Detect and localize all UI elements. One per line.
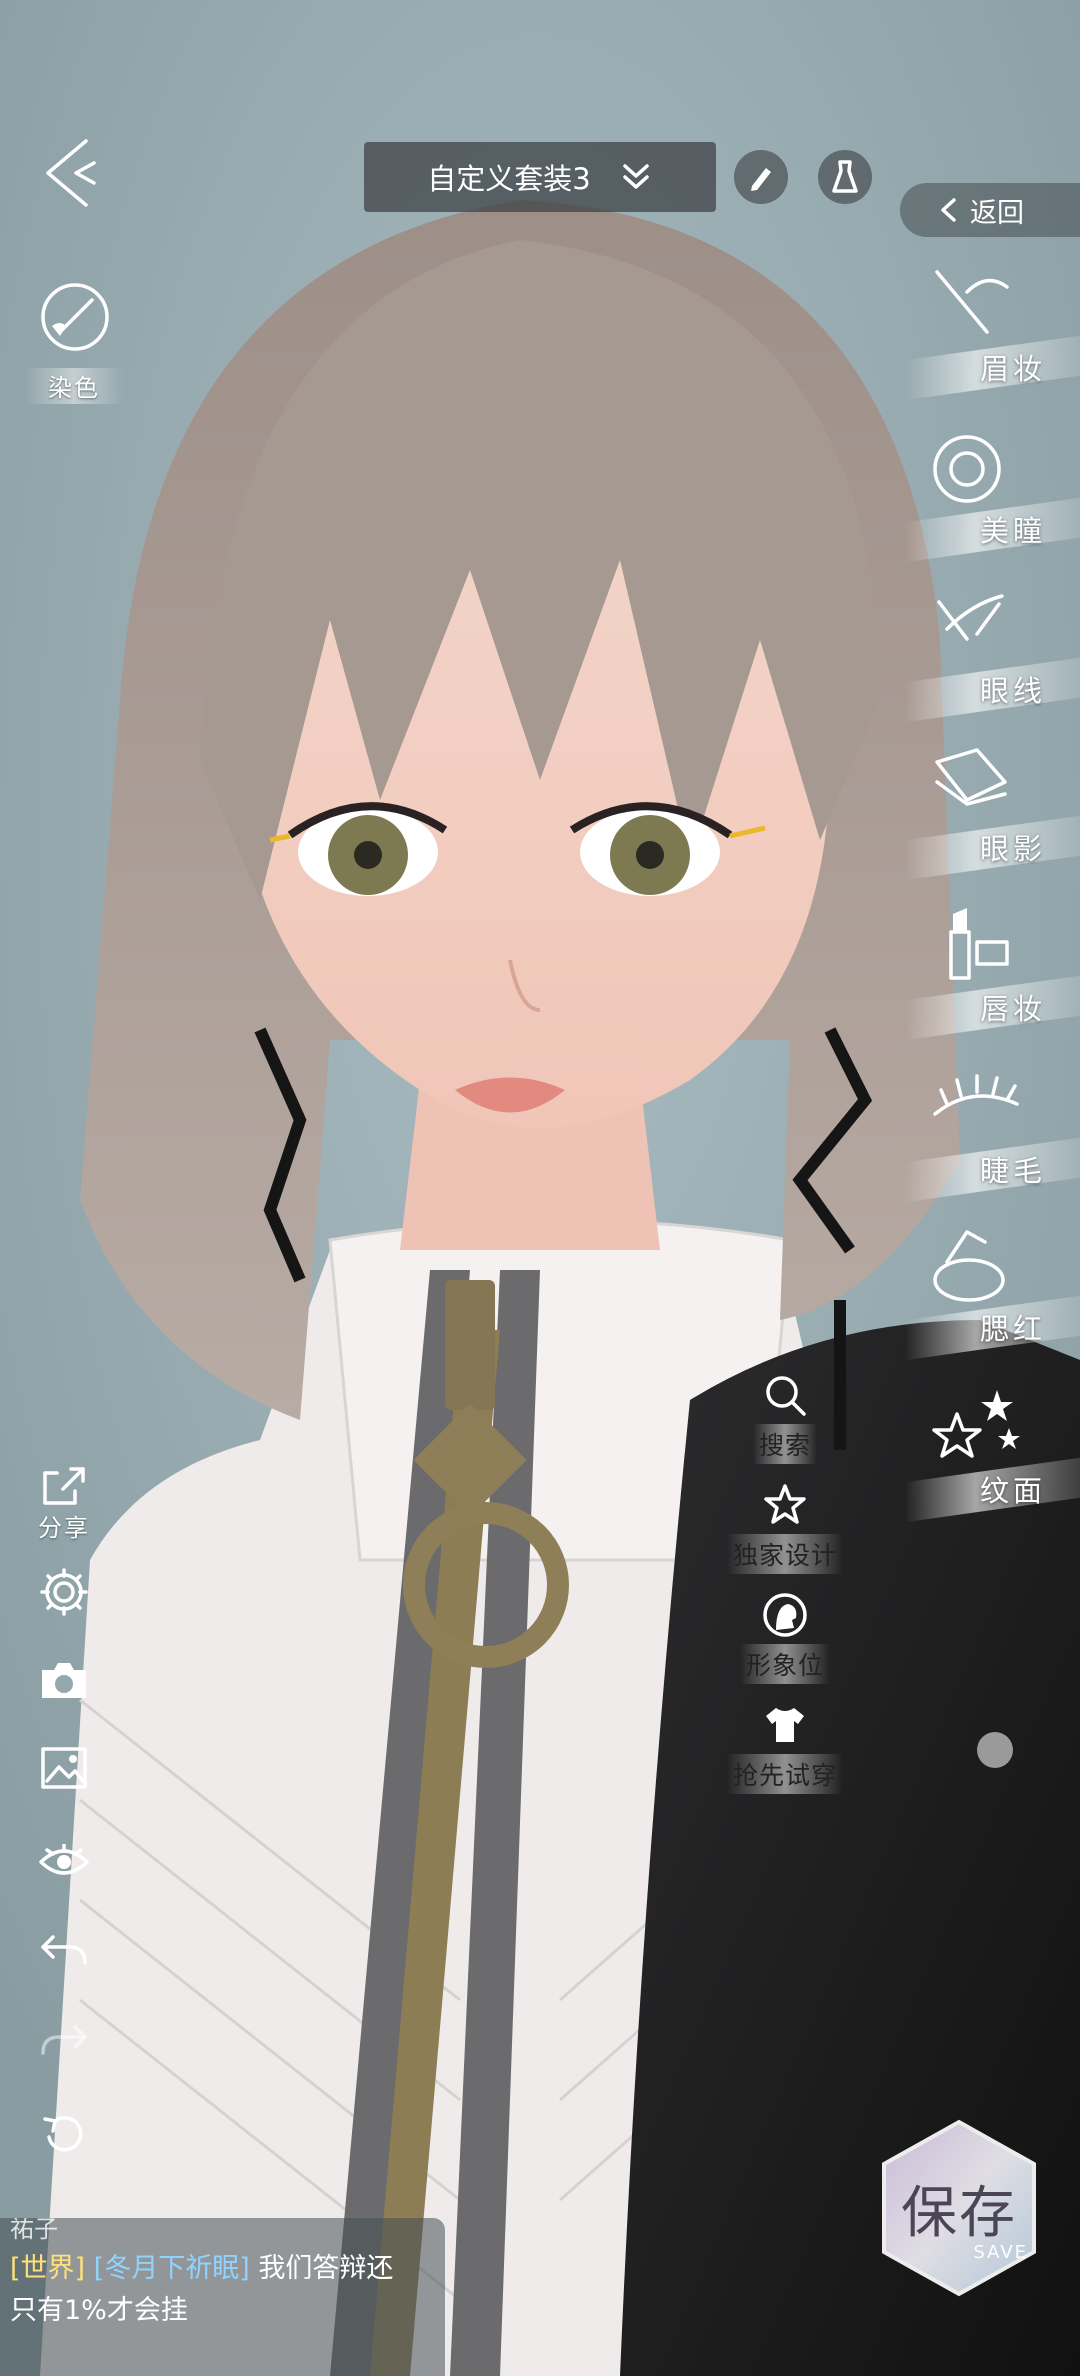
tshirt-icon	[766, 1708, 804, 1742]
avatar-profile-icon	[763, 1593, 807, 1637]
camera-icon	[42, 1663, 86, 1698]
chat-channel[interactable]: [世界]	[10, 2253, 85, 2284]
save-button[interactable]: 保存 SAVE	[878, 2118, 1040, 2298]
try-on-button[interactable]: 抢先试穿	[700, 1702, 870, 1794]
eyeliner-icon	[937, 594, 1004, 641]
exclusive-design-button[interactable]: 独家设计	[700, 1482, 870, 1574]
return-button[interactable]: 返回	[900, 183, 1080, 237]
chevron-left-icon	[941, 198, 956, 222]
paint-brush-icon	[41, 283, 109, 351]
eyeshadow-palette-icon	[935, 748, 1007, 806]
reset-button[interactable]	[34, 2104, 94, 2164]
undo-button[interactable]	[34, 1920, 94, 1980]
redo-icon	[41, 2025, 87, 2055]
save-label: 保存	[901, 2181, 1017, 2246]
makeup-contact-lens[interactable]: 美瞳	[905, 424, 1080, 564]
camera-button[interactable]	[34, 1650, 94, 1710]
chat-message-text: 我们答辩还	[258, 2253, 394, 2284]
makeup-label: 腮红	[979, 1312, 1046, 1346]
makeup-face-tattoo[interactable]: 纹面	[905, 1384, 1080, 1524]
outfit-name: 自定义套装3	[427, 162, 591, 196]
share-icon	[43, 1467, 85, 1505]
exclusive-design-label: 独家设计	[726, 1534, 843, 1574]
back-button[interactable]	[34, 133, 104, 213]
makeup-eyeshadow[interactable]: 眼影	[905, 742, 1080, 882]
makeup-lip[interactable]: 唇妆	[905, 902, 1080, 1042]
double-chevron-left-icon	[46, 139, 96, 207]
makeup-label: 纹面	[979, 1474, 1046, 1508]
outfit-selector[interactable]: 自定义套装3	[364, 142, 716, 212]
search-label: 搜索	[752, 1424, 817, 1464]
stars-tattoo-icon	[932, 1390, 1020, 1458]
appearance-slot-label: 形象位	[739, 1644, 830, 1684]
lipstick-icon	[949, 908, 1009, 980]
edit-outfit-button[interactable]	[734, 150, 788, 204]
share-button[interactable]	[34, 1456, 94, 1516]
save-sublabel: SAVE	[973, 2242, 1028, 2263]
search-button[interactable]: 搜索	[700, 1372, 870, 1464]
image-icon	[41, 1747, 87, 1789]
makeup-eyeliner[interactable]: 眼线	[905, 584, 1080, 724]
wardrobe-button[interactable]	[818, 150, 872, 204]
pen-icon	[751, 168, 771, 191]
try-on-label: 抢先试穿	[726, 1754, 843, 1794]
redo-button[interactable]	[34, 2010, 94, 2070]
return-label: 返回	[970, 197, 1024, 229]
chat-sender[interactable]: [冬月下祈眠]	[94, 2253, 250, 2284]
dye-label: 染色	[48, 374, 100, 402]
chat-message-line: [世界] [冬月下祈眠] 我们答辩还	[10, 2248, 435, 2290]
makeup-eyelash[interactable]: 睫毛	[905, 1064, 1080, 1204]
reset-icon	[43, 2116, 83, 2152]
dye-button[interactable]: 染色	[24, 280, 124, 410]
settings-button[interactable]	[34, 1562, 94, 1622]
appearance-slot-button[interactable]: 形象位	[700, 1592, 870, 1684]
chat-previous-line: 祐子	[10, 2218, 58, 2243]
hide-ui-button[interactable]	[34, 1832, 94, 1892]
makeup-blush[interactable]: 腮红	[905, 1222, 1080, 1362]
contact-lens-icon	[933, 435, 1001, 503]
eyelash-icon	[933, 1074, 1019, 1116]
dress-icon	[832, 160, 858, 193]
makeup-label: 眼影	[979, 832, 1046, 866]
makeup-label: 眉妆	[979, 352, 1046, 386]
chat-message-continuation: 只有1%才会挂	[10, 2295, 188, 2326]
share-label: 分享	[38, 1514, 90, 1542]
makeup-eyebrow[interactable]: 眉妆	[905, 262, 1080, 402]
makeup-label: 唇妆	[979, 992, 1046, 1026]
double-chevron-down-icon	[622, 164, 649, 189]
gear-icon	[40, 1568, 88, 1616]
makeup-label: 眼线	[979, 674, 1046, 708]
search-icon	[766, 1376, 806, 1416]
blush-compact-icon	[933, 1230, 1005, 1302]
makeup-label: 睫毛	[979, 1154, 1046, 1188]
undo-icon	[41, 1935, 87, 1965]
eye-icon	[39, 1844, 89, 1875]
gallery-button[interactable]	[34, 1738, 94, 1798]
makeup-label: 美瞳	[979, 514, 1046, 548]
chat-box[interactable]: 祐子 [世界] [冬月下祈眠] 我们答辩还 只有1%才会挂	[0, 2218, 445, 2376]
star-icon	[764, 1484, 806, 1524]
eyebrow-pencil-icon	[935, 270, 1009, 334]
